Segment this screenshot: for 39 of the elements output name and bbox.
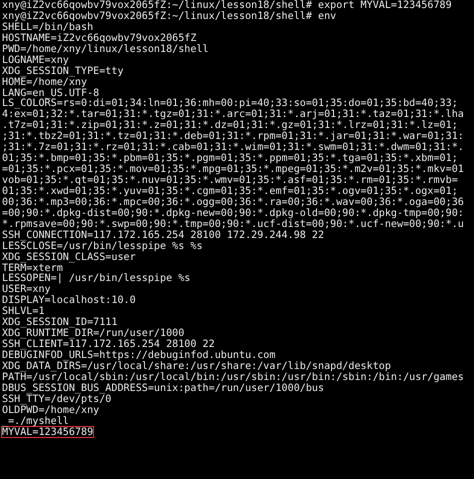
terminal-line: XDG_SESSION_ID=7111	[1, 316, 118, 328]
terminal-line: SHLVL=1	[1, 305, 46, 318]
terminal-line: HOSTNAME=iZ2vc66qowbv79vox2065fZ	[1, 32, 198, 44]
terminal-line: ;31:*.7z=01;31:*.rz=01;31:*.cab=01;31:*.wim=01;31:*.swm=01;31:*.dwm=01;31:*.	[1, 142, 465, 154]
terminal-line: DEBUGINFOD_URLS=https://debuginfod.ubuntu.com	[1, 350, 276, 361]
terminal-line: _=./myshell	[1, 416, 70, 427]
terminal-line: LESSOPEN=| /usr/bin/lesspipe %s	[1, 272, 192, 284]
terminal-line: =00;90:*.dpkg-dist=00;90:*.dpkg-new=00;90:*.dpkg-old=00;90:*.dpkg-tmp=00;90:	[1, 208, 465, 219]
terminal-line: XDG_SESSION_CLASS=user	[1, 252, 137, 262]
terminal-line: XDG_RUNTIME_DIR=/run/user/1000	[1, 328, 186, 340]
terminal-line: DISPLAY=localhost:10.0	[1, 294, 137, 306]
terminal-line: 01;35:*.xwd=01;35:*.yuv=01;35:*.cgm=01;35:*.emf=01;35:*.ogv=01;35:*.ogx=01;	[1, 186, 459, 197]
terminal-line: XDG_DATA_DIRS=/usr/local/share:/usr/share:/var/lib/snapd/desktop	[1, 360, 392, 372]
terminal-line: SSH_CLIENT=117.172.165.254 28100 22	[1, 338, 215, 350]
terminal-line: OLDPWD=/home/xny	[1, 404, 100, 416]
terminal-line: LOGNAME=xny	[1, 54, 69, 66]
terminal-line: xny@iZ2vc66qowbv79vox2065fZ:~/linux/lesson18/shell# export MYVAL=123456789	[1, 0, 453, 11]
terminal-line: LESSCLOSE=/usr/bin/lesspipe %s %s	[1, 240, 204, 252]
terminal-line: vob=01;35:*.qt=01;35:*.nuv=01;35:*.wmv=01;35:*.asf=01;35:*.rm=01;35:*.rmvb=	[1, 174, 459, 186]
terminal-line: PATH=/usr/local/sbin:/usr/local/bin:/usr/sbin:/usr/bin:/sbin:/bin:/usr/games	[1, 372, 465, 383]
terminal-line: HOME=/home/xny	[1, 76, 88, 88]
terminal-line: XDG_SESSION_TYPE=tty	[1, 65, 125, 77]
terminal-line: SSH_CONNECTION=117.172.165.254 28100 172.29.244.98 22	[1, 229, 324, 241]
terminal-line: *.rpmsave=00;90:*.swp=00;90:*.tmp=00;90:*.ucf-dist=00;90:*.ucf-new=00;90:*.u	[1, 218, 465, 230]
terminal-line: .t7z=01;31:*.zip=01;31:*.z=01;31:*.dz=01;31:*.gz=01;31:*.lrz=01;31:*.lz=01;	[1, 120, 458, 132]
terminal-line: TERM=xterm	[1, 262, 64, 274]
terminal-line: 4:ex=01;32:*.tar=01;31:*.tgz=01;31:*.arc=01;31:*.arj=01;31:*.taz=01;31:*.lha	[1, 108, 465, 120]
terminal-line: DBUS_SESSION_BUS_ADDRESS=unix:path=/run/user/1000/bus	[1, 382, 326, 394]
terminal-line: PWD=/home/xny/linux/lesson18/shell	[1, 44, 210, 55]
terminal-line: SSH_TTY=/dev/pts/0	[1, 394, 112, 405]
terminal-line: LANG=en_US.UTF-8	[1, 88, 100, 98]
terminal-line: =01;35:*.pcx=01;35:*.mov=01;35:*.mpg=01;35:*.mpeg=01;35:*.m2v=01;35:*.mkv=01	[1, 164, 465, 175]
terminal-line: ;31:*.tbz2=01;31:*.tz=01;31:*.deb=01;31:*.rpm=01;31:*.jar=01;31:*.war=01;31:	[1, 130, 465, 142]
terminal-line: SHELL=/bin/bash	[1, 22, 94, 33]
terminal-line: 00;36:*.mp3=00;36:*.mpc=00;36:*.ogg=00;36:*.ra=00;36:*.wav=00;36:*.oga=00;36	[1, 196, 465, 208]
terminal-line: 01;35:*.bmp=01;35:*.pbm=01;35:*.pgm=01;35:*.ppm=01;35:*.tga=01;35:*.xbm=01;	[1, 152, 458, 164]
terminal-line: USER=xny	[1, 284, 51, 296]
terminal-line: LS_COLORS=rs=0:di=01;34:ln=01;36:mh=00:pi=40;33:so=01;35:do=01;35:bd=40;33;	[1, 98, 458, 110]
terminal-line: xny@iZ2vc66qowbv79vox2065fZ:~/linux/lesson18/shell# env	[1, 10, 338, 22]
